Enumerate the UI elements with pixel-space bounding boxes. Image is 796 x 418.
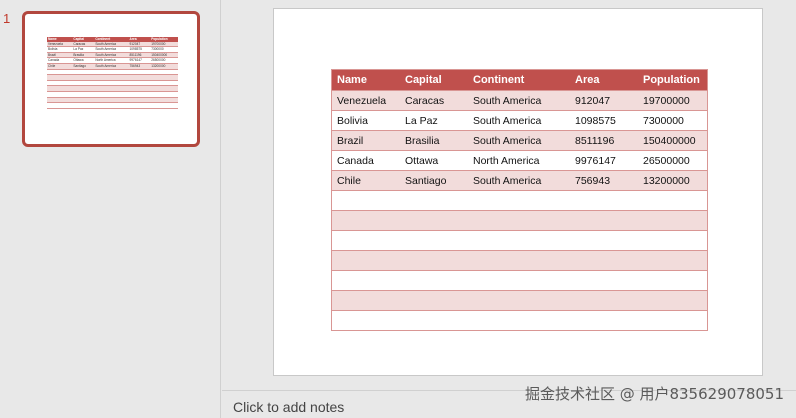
table-cell[interactable]: 7300000 (638, 110, 708, 131)
table-row[interactable]: Brazil Brasilia South America 8511196 150400… (331, 130, 708, 151)
table-cell[interactable] (331, 270, 400, 291)
table-cell[interactable]: La Paz (400, 110, 468, 131)
table-cell[interactable]: Venezuela (331, 90, 400, 111)
table-cell[interactable] (570, 270, 638, 291)
thumbnail-cell (47, 102, 73, 109)
table-cell[interactable] (468, 310, 570, 331)
table-cell[interactable]: Brazil (331, 130, 400, 151)
table-cell[interactable]: 19700000 (638, 90, 708, 111)
table-cell[interactable]: Chile (331, 170, 400, 191)
table-cell[interactable]: North America (468, 150, 570, 171)
slide-thumbnail-pane: 1 Name Capital Continent Area Population Ven… (0, 0, 221, 418)
header-continent[interactable]: Continent (468, 69, 570, 91)
table-cell[interactable]: Ottawa (400, 150, 468, 171)
data-table[interactable]: Name Capital Continent Area Population V… (331, 69, 708, 331)
table-cell[interactable] (638, 190, 708, 211)
thumbnail-cell (94, 102, 129, 109)
table-row[interactable]: Venezuela Caracas South America 912047 19700… (331, 90, 708, 111)
table-cell[interactable] (331, 230, 400, 251)
table-cell[interactable]: Caracas (400, 90, 468, 111)
table-row[interactable]: Chile Santiago South America 756943 13200000 (331, 170, 708, 191)
table-cell[interactable]: 13200000 (638, 170, 708, 191)
thumbnail-cell (150, 102, 178, 109)
table-cell[interactable] (331, 210, 400, 231)
table-cell[interactable] (638, 230, 708, 251)
table-row[interactable]: Bolivia La Paz South America 1098575 7300000 (331, 110, 708, 131)
table-cell[interactable]: 9976147 (570, 150, 638, 171)
table-cell[interactable]: 1098575 (570, 110, 638, 131)
watermark: 掘金技术社区 @ 用户835629078051 (524, 385, 784, 403)
table-cell[interactable] (400, 230, 468, 251)
table-cell[interactable] (638, 250, 708, 271)
thumbnail-cell (72, 102, 95, 109)
table-cell[interactable] (638, 270, 708, 291)
notes-placeholder[interactable]: Click to add notes (233, 399, 344, 415)
table-cell[interactable]: South America (468, 130, 570, 151)
table-cell[interactable] (400, 190, 468, 211)
table-cell[interactable] (331, 310, 400, 331)
table-cell[interactable] (468, 210, 570, 231)
table-cell[interactable] (570, 230, 638, 251)
table-cell[interactable] (570, 190, 638, 211)
table-empty-row[interactable] (331, 310, 708, 331)
table-cell[interactable]: Canada (331, 150, 400, 171)
table-cell[interactable] (400, 310, 468, 331)
table-cell[interactable]: Santiago (400, 170, 468, 191)
table-cell[interactable] (468, 270, 570, 291)
table-cell[interactable]: South America (468, 110, 570, 131)
table-cell[interactable] (400, 210, 468, 231)
table-cell[interactable] (468, 190, 570, 211)
slide-number: 1 (3, 11, 11, 26)
thumbnail-cell (128, 102, 151, 109)
table-cell[interactable] (570, 250, 638, 271)
table-cell[interactable] (468, 290, 570, 311)
slide-thumbnail[interactable]: Name Capital Continent Area Population Venez… (22, 11, 200, 147)
table-cell[interactable] (638, 290, 708, 311)
table-cell[interactable]: 912047 (570, 90, 638, 111)
thumbnail-row (47, 102, 178, 109)
table-cell[interactable] (570, 310, 638, 331)
table-cell[interactable]: Bolivia (331, 110, 400, 131)
table-cell[interactable] (331, 190, 400, 211)
slide-canvas[interactable]: Name Capital Continent Area Population V… (273, 8, 763, 376)
table-cell[interactable] (638, 210, 708, 231)
table-empty-row[interactable] (331, 270, 708, 291)
slide-editor: Name Capital Continent Area Population V… (222, 0, 796, 390)
header-area[interactable]: Area (570, 69, 638, 91)
header-population[interactable]: Population (638, 69, 708, 91)
table-cell[interactable]: 756943 (570, 170, 638, 191)
table-cell[interactable] (638, 310, 708, 331)
table-cell[interactable]: Brasilia (400, 130, 468, 151)
table-cell[interactable] (400, 270, 468, 291)
table-row[interactable]: Canada Ottawa North America 9976147 26500000 (331, 150, 708, 171)
table-cell[interactable]: South America (468, 170, 570, 191)
table-empty-row[interactable] (331, 210, 708, 231)
table-cell[interactable]: 26500000 (638, 150, 708, 171)
table-header-row: Name Capital Continent Area Population (331, 69, 708, 91)
table-cell[interactable] (331, 250, 400, 271)
table-empty-row[interactable] (331, 190, 708, 211)
table-cell[interactable] (468, 250, 570, 271)
thumbnail-table: Name Capital Continent Area Population Venez… (47, 37, 178, 109)
table-cell[interactable] (570, 210, 638, 231)
table-cell[interactable]: South America (468, 90, 570, 111)
table-empty-row[interactable] (331, 290, 708, 311)
table-cell[interactable] (570, 290, 638, 311)
table-cell[interactable]: 150400000 (638, 130, 708, 151)
table-cell[interactable] (331, 290, 400, 311)
table-cell[interactable] (400, 290, 468, 311)
header-name[interactable]: Name (331, 69, 400, 91)
table-cell[interactable] (400, 250, 468, 271)
header-capital[interactable]: Capital (400, 69, 468, 91)
table-empty-row[interactable] (331, 250, 708, 271)
table-cell[interactable]: 8511196 (570, 130, 638, 151)
table-empty-row[interactable] (331, 230, 708, 251)
table-cell[interactable] (468, 230, 570, 251)
